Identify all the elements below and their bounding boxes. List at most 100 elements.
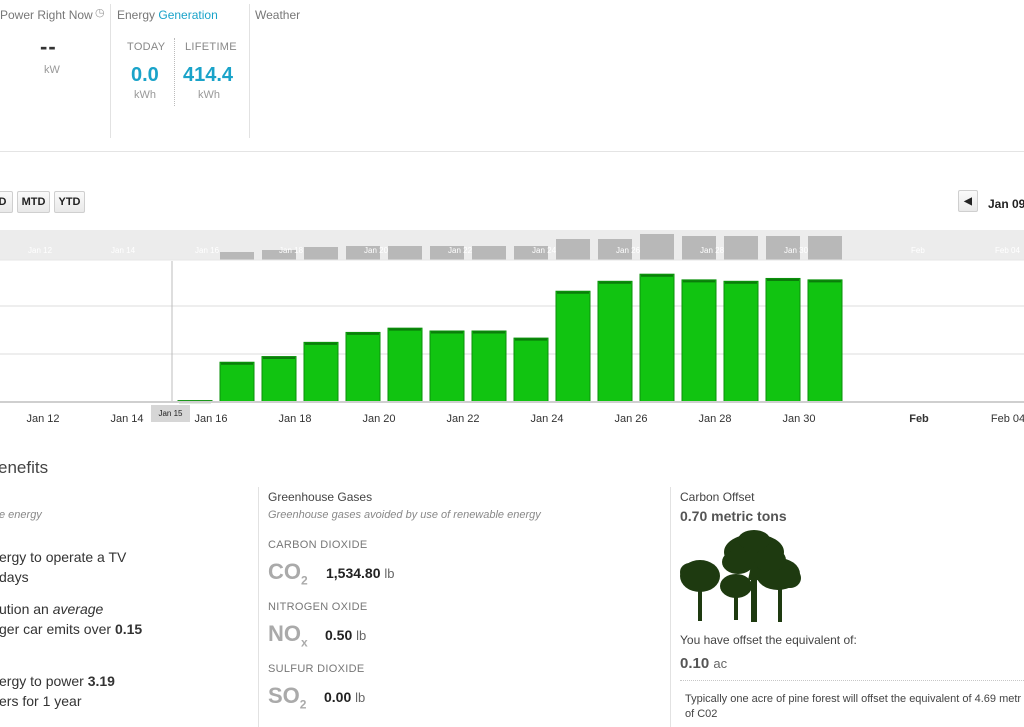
energy-col-divider — [174, 38, 175, 106]
benefit-car-line: ution an average — [0, 601, 104, 617]
benefit-car-value: ger car emits over 0.15 — [0, 621, 143, 637]
navigator-label: Feb — [911, 246, 925, 255]
x-tick-label: Jan 28 — [698, 413, 731, 425]
chart-bar-jan-30[interactable] — [765, 277, 801, 403]
co2-symbol: CO2 — [268, 559, 308, 588]
date-range-label: Jan 09, — [988, 197, 1024, 211]
nox-value: 0.50 lb — [325, 627, 367, 643]
x-tick-label: Feb 04 — [991, 413, 1024, 425]
chevron-left-icon: ◀ — [964, 195, 972, 207]
navigator-label: Jan 12 — [28, 246, 53, 255]
navigator-label: Jan 28 — [700, 246, 725, 255]
x-tick-label: Jan 12 — [26, 413, 59, 425]
chart-bar-jan-18[interactable] — [261, 356, 297, 403]
today-unit: kWh — [134, 89, 156, 101]
lifetime-label: LIFETIME — [185, 41, 237, 53]
benefit-tv-days: days — [0, 569, 29, 585]
benefit-power-line: ergy to power 3.19 — [0, 673, 115, 689]
power-now-unit: kW — [44, 64, 60, 76]
co2-heading: CARBON DIOXIDE — [268, 539, 368, 551]
navigator-label: Jan 14 — [111, 246, 136, 255]
energy-chart[interactable]: Jan 12 Jan 14 Jan 16 Jan 18 Jan 20 Jan 22 Jan … — [0, 228, 1024, 430]
navigator-label: Jan 20 — [364, 246, 389, 255]
carbon-offset-value: 0.70 metric tons — [680, 508, 787, 524]
navigator-bar — [640, 234, 674, 260]
column-divider — [670, 487, 671, 727]
panel-divider — [110, 4, 111, 138]
navigator-bar — [472, 246, 506, 260]
navigator-label: Jan 26 — [616, 246, 641, 255]
lifetime-unit: kWh — [198, 89, 220, 101]
offset-footnote: Typically one acre of pine forest will o… — [685, 693, 1022, 720]
mtd-button[interactable]: MTD — [17, 191, 50, 213]
x-tick-label: Jan 18 — [278, 413, 311, 425]
chart-bar-jan-23[interactable] — [471, 330, 507, 403]
carbon-offset-title: Carbon Offset — [680, 490, 755, 504]
benefit-power-homes: ers for 1 year — [0, 693, 82, 709]
power-now-label: Power Right Now — [0, 8, 93, 22]
x-tick-label: Jan 14 — [110, 413, 143, 425]
benefits-title: enefits — [0, 458, 49, 477]
nox-heading: NITROGEN OXIDE — [268, 601, 368, 613]
previous-period-button[interactable]: ◀ — [958, 190, 978, 212]
offset-equivalent-label: You have offset the equivalent of: — [680, 633, 857, 647]
navigator-bar — [388, 246, 422, 260]
offset-divider — [680, 680, 1024, 681]
x-tick-label: Jan 22 — [446, 413, 479, 425]
benefits-subtitle: e energy — [0, 509, 42, 521]
today-value: 0.0 — [131, 64, 159, 86]
trees-icon — [680, 530, 801, 622]
navigator-label: Jan 24 — [532, 246, 557, 255]
chart-bar-jan-31[interactable] — [807, 279, 843, 403]
navigator-strip[interactable] — [0, 230, 1024, 260]
chart-bar-jan-28[interactable] — [681, 279, 717, 403]
chart-bar-jan-26[interactable] — [597, 280, 633, 403]
greenhouse-title: Greenhouse Gases — [268, 490, 373, 504]
x-tick-label: Jan 16 — [194, 413, 227, 425]
generation-link[interactable]: Generation — [158, 8, 217, 22]
chart-bar-jan-21[interactable] — [387, 327, 423, 403]
panel-divider — [249, 4, 250, 138]
chart-bar-jan-27[interactable] — [639, 273, 675, 403]
navigator-bar — [304, 247, 338, 260]
benefit-tv-line: ergy to operate a TV — [0, 549, 127, 565]
energy-generation-label: Energy Generation — [117, 8, 218, 22]
ytd-button[interactable]: YTD — [54, 191, 85, 213]
x-tick-label: Jan 26 — [614, 413, 647, 425]
x-tick-label: Jan 20 — [362, 413, 395, 425]
so2-value: 0.00 lb — [324, 689, 366, 705]
co2-value: 1,534.80 lb — [326, 565, 395, 581]
greenhouse-subtitle: Greenhouse gases avoided by use of renew… — [268, 509, 541, 521]
chart-bar-jan-29[interactable] — [723, 280, 759, 403]
navigator-bar — [556, 239, 590, 260]
offset-acres-value: 0.10 ac — [680, 655, 728, 672]
navigator-label: Jan 18 — [279, 246, 304, 255]
so2-heading: SULFUR DIOXIDE — [268, 663, 365, 675]
lifetime-value: 414.4 — [183, 64, 234, 86]
navigator-bar — [220, 252, 254, 260]
column-divider — [258, 487, 259, 727]
navigator-label: Feb 04 — [995, 246, 1020, 255]
navigator-bar — [808, 236, 842, 260]
x-tick-label: Jan 24 — [530, 413, 563, 425]
hover-marker: Jan 15 — [151, 405, 190, 422]
chart-bar-jan-20[interactable] — [345, 331, 381, 403]
nox-symbol: NOx — [268, 621, 308, 650]
chart-bar-jan-22[interactable] — [429, 330, 465, 403]
section-divider — [0, 151, 1024, 152]
weather-label: Weather — [255, 8, 301, 22]
chart-bar-jan-19[interactable] — [303, 341, 339, 403]
today-label: TODAY — [127, 41, 166, 53]
power-now-value: -- — [40, 34, 57, 59]
x-tick-label: Jan 30 — [782, 413, 815, 425]
chart-bar-jan-17[interactable] — [219, 361, 255, 403]
navigator-label: Jan 16 — [195, 246, 220, 255]
hover-marker-label: Jan 15 — [158, 409, 183, 418]
x-tick-label: Feb — [909, 413, 929, 425]
day-button[interactable]: D — [0, 191, 13, 213]
chart-bar-jan-24[interactable] — [513, 337, 549, 403]
chart-bar-jan-25[interactable] — [555, 290, 591, 403]
clock-icon[interactable]: ◷ — [95, 6, 105, 19]
navigator-bar — [724, 236, 758, 260]
so2-symbol: SO2 — [268, 683, 307, 712]
